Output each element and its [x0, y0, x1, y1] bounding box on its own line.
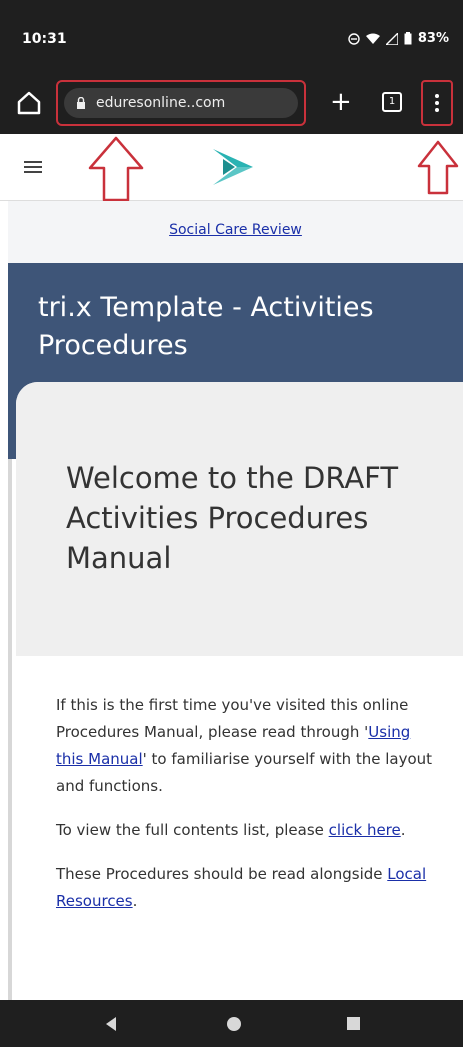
breadcrumb-link[interactable]: Social Care Review	[8, 222, 463, 238]
contents-paragraph: To view the full contents list, please c…	[56, 821, 406, 839]
intro-paragraph: If this is the first time you've visited…	[56, 696, 433, 795]
welcome-panel: Welcome to the DRAFT Activities Procedur…	[16, 382, 463, 656]
resources-paragraph: These Procedures should be read alongsid…	[56, 865, 427, 910]
click-here-link[interactable]: click here	[329, 821, 401, 839]
recents-icon[interactable]	[347, 1017, 360, 1030]
signal-icon	[385, 32, 398, 45]
up-arrow-icon	[417, 140, 459, 195]
menu-button-highlight	[421, 80, 453, 126]
up-arrow-icon	[88, 136, 144, 202]
status-time: 10:31	[22, 31, 67, 47]
system-nav-bar	[0, 1000, 463, 1047]
trix-logo[interactable]	[209, 145, 257, 189]
browser-toolbar: eduresonline..com + 1	[0, 72, 463, 134]
welcome-heading: Welcome to the DRAFT Activities Procedur…	[66, 461, 399, 575]
address-bar-highlight: eduresonline..com	[56, 80, 306, 126]
battery-icon	[404, 32, 412, 45]
status-bar: 10:31 83%	[0, 0, 463, 72]
hamburger-icon[interactable]	[24, 161, 42, 173]
status-icons: 83%	[348, 31, 449, 46]
url-text: eduresonline..com	[96, 95, 226, 111]
divider	[8, 459, 12, 1000]
intro-text: If this is the first time you've visited…	[56, 692, 436, 932]
battery-percent: 83%	[417, 31, 449, 46]
address-bar[interactable]: eduresonline..com	[64, 88, 298, 118]
back-icon[interactable]	[106, 1017, 116, 1031]
site-header	[0, 134, 463, 201]
content-card: Welcome to the DRAFT Activities Procedur…	[16, 382, 463, 1000]
home-icon[interactable]	[14, 88, 44, 118]
home-circle-icon[interactable]	[227, 1017, 241, 1031]
wifi-icon	[365, 33, 380, 44]
breadcrumb: Social Care Review	[8, 201, 463, 263]
page-title: tri.x Template - Activities Procedures	[38, 292, 374, 361]
plus-icon[interactable]: +	[330, 87, 352, 117]
tabs-icon[interactable]: 1	[382, 92, 402, 112]
do-not-disturb-icon	[348, 32, 360, 45]
tab-count: 1	[388, 96, 396, 107]
more-vert-icon[interactable]	[434, 92, 440, 114]
lock-icon	[77, 97, 85, 109]
